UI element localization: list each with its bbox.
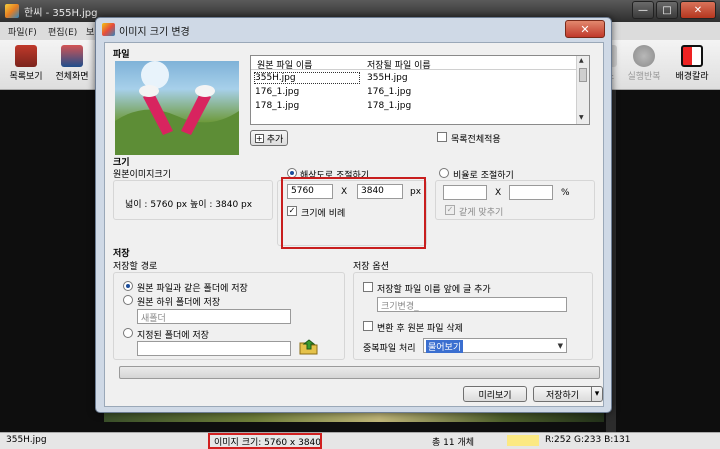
fullscreen-icon [61, 45, 83, 67]
chevron-down-icon: ▼ [557, 342, 563, 350]
toolbar-list-view[interactable]: 목록보기 [4, 42, 48, 88]
toolbar-fullscreen-label: 전체화면 [55, 72, 89, 82]
save-button[interactable]: 저장하기 [533, 386, 591, 402]
app-title: 한씨 - 355H.jpg [24, 8, 98, 19]
toolbar-list-view-label: 목록보기 [9, 72, 43, 82]
toolbar-background-color-label: 배경칼라 [675, 72, 709, 82]
menu-file[interactable]: 파일(F) [8, 25, 37, 38]
same-folder-radio[interactable] [123, 281, 133, 291]
ratio-radio[interactable] [439, 168, 449, 178]
file-list-row[interactable]: 355H.jpg 355H.jpg [251, 71, 577, 85]
percent-unit-label: % [561, 188, 570, 198]
custom-folder-label: 지정된 폴더에 저장 [137, 331, 209, 341]
repeat-icon [633, 45, 655, 67]
preview-button[interactable]: 미리보기 [463, 386, 527, 402]
menu-edit[interactable]: 편집(E) [48, 25, 77, 38]
scroll-down-icon[interactable]: ▼ [579, 114, 584, 121]
dialog-body: 파일 원본 파일 이름 저장될 파일 이름 355H.jpg 355H.jpg … [104, 42, 604, 407]
chevron-down-icon: ▾ [594, 389, 600, 399]
duplicate-selected-value: 물어보기 [426, 340, 464, 353]
status-count: 총 11 개체 [432, 438, 475, 448]
status-rgb: R:252 G:233 B:131 [545, 435, 631, 445]
same-folder-label: 원본 파일과 같은 폴더에 저장 [137, 284, 248, 294]
prefix-input[interactable]: 크기변경_ [377, 297, 567, 312]
dialog-close-button[interactable]: ✕ [565, 20, 605, 38]
original-dimensions: 넓이 : 5760 px 높이 : 3840 px [125, 200, 253, 210]
add-file-button[interactable]: + 추가 [250, 130, 288, 146]
folder-icon [299, 339, 318, 355]
custom-folder-radio[interactable] [123, 328, 133, 338]
delete-original-checkbox[interactable] [363, 321, 373, 331]
maximize-button[interactable]: □ [656, 1, 678, 19]
column-original-name[interactable]: 원본 파일 이름 [257, 58, 312, 71]
file-saved-name: 176_1.jpg [367, 87, 412, 97]
file-original-name: 178_1.jpg [255, 101, 300, 111]
file-list-header: 원본 파일 이름 저장될 파일 이름 [251, 56, 577, 71]
file-list-row[interactable]: 176_1.jpg 176_1.jpg [251, 85, 577, 99]
file-saved-name: 355H.jpg [367, 73, 408, 83]
menu-view[interactable]: 보 [86, 25, 94, 38]
folder-browse-button[interactable] [298, 338, 320, 356]
toolbar-fullscreen[interactable]: 전체화면 [50, 42, 94, 88]
background-color-icon [681, 45, 703, 67]
progress-bar [119, 366, 600, 379]
file-saved-name: 178_1.jpg [367, 101, 412, 111]
ratio-width-input[interactable] [443, 185, 487, 200]
scroll-up-icon[interactable]: ▲ [579, 57, 584, 64]
toolbar-repeat-label: 실행반복 [627, 72, 661, 82]
custom-folder-input[interactable] [137, 341, 291, 356]
save-section-label: 저장 [113, 249, 130, 259]
same-fit-checkbox[interactable]: ✓ [445, 205, 455, 215]
status-filename: 355H.jpg [6, 435, 47, 445]
window-controls: — □ ✕ [632, 1, 716, 19]
delete-original-label: 변환 후 원본 파일 삭제 [377, 324, 463, 334]
file-original-name: 176_1.jpg [255, 87, 300, 97]
statusbar: 355H.jpg 이미지 크기: 5760 x 3840 총 11 개체 R:2… [0, 432, 720, 449]
column-saved-name[interactable]: 저장될 파일 이름 [367, 58, 431, 71]
status-color-swatch [507, 435, 539, 446]
app-icon [5, 4, 19, 18]
toolbar-repeat[interactable]: 실행반복 [622, 42, 666, 88]
prefix-checkbox[interactable] [363, 282, 373, 292]
same-fit-label: 같게 맞추기 [459, 208, 504, 218]
sub-folder-input[interactable]: 새폴더 [137, 309, 291, 324]
close-button[interactable]: ✕ [680, 1, 716, 19]
add-file-label: 추가 [266, 134, 284, 145]
scroll-thumb[interactable] [579, 68, 587, 82]
image-thumbnail [115, 61, 239, 155]
image-size-highlight [208, 433, 322, 449]
apply-all-label: 목록전체적용 [451, 135, 501, 145]
ratio-x-separator: X [495, 188, 502, 198]
duplicate-label: 중복파일 처리 [363, 344, 416, 354]
file-list[interactable]: 원본 파일 이름 저장될 파일 이름 355H.jpg 355H.jpg 176… [250, 55, 590, 125]
dialog-title: 이미지 크기 변경 [119, 27, 190, 38]
minimize-button[interactable]: — [632, 1, 654, 19]
save-dropdown-button[interactable]: ▾ [591, 386, 603, 402]
apply-all-checkbox[interactable] [437, 132, 447, 142]
sub-folder-label: 원본 하위 폴더에 저장 [137, 298, 221, 308]
prefix-label: 저장할 파일 이름 앞에 글 추가 [377, 285, 491, 295]
list-view-icon [15, 45, 37, 67]
save-path-label: 저장할 경로 [113, 262, 158, 272]
file-list-scrollbar[interactable]: ▲ ▼ [576, 56, 589, 124]
toolbar-background-color[interactable]: 배경칼라 [670, 42, 714, 88]
sub-folder-radio[interactable] [123, 295, 133, 305]
file-section-label: 파일 [113, 50, 130, 60]
duplicate-select[interactable]: 물어보기 ▼ [423, 338, 567, 353]
file-original-name: 355H.jpg [254, 72, 360, 84]
ratio-height-input[interactable] [509, 185, 553, 200]
resolution-highlight [281, 177, 426, 249]
original-size-label: 원본이미지크기 [113, 170, 171, 180]
plus-icon: + [254, 133, 264, 143]
dialog-icon [102, 23, 115, 36]
save-options-label: 저장 옵션 [353, 262, 389, 272]
resize-dialog: 이미지 크기 변경 ✕ 파일 원본 파일 이름 저장될 파일 이름 355H.j… [95, 17, 612, 413]
file-list-row[interactable]: 178_1.jpg 178_1.jpg [251, 99, 577, 113]
